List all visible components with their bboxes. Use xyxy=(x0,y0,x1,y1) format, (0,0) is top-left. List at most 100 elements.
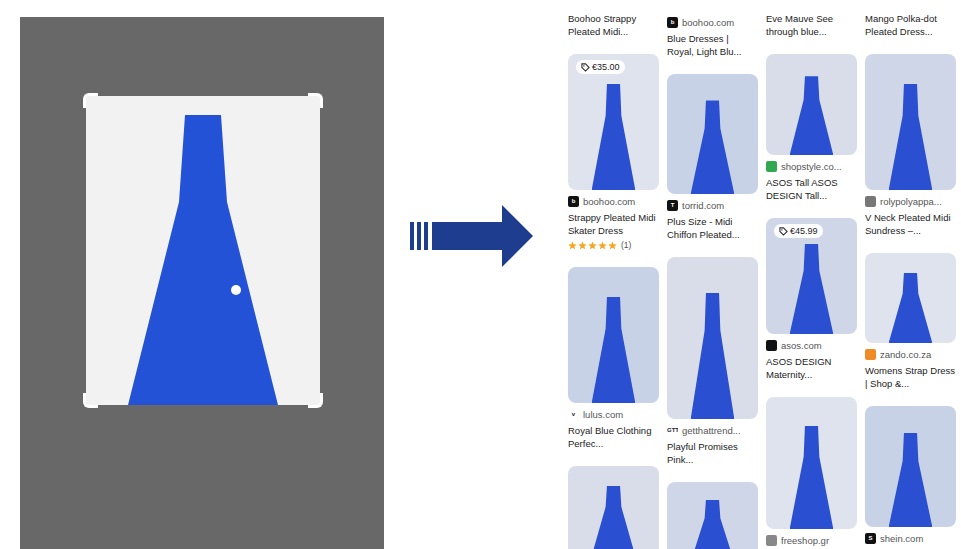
source-label[interactable]: vlulus.com xyxy=(568,408,659,421)
result-card[interactable]: shopstyle.co... ASOS Tall ASOS DESIGN Tal… xyxy=(766,54,857,202)
site-logo-icon xyxy=(766,161,777,172)
product-image[interactable]: €45.99 xyxy=(766,218,857,334)
price-badge: €45.99 xyxy=(774,224,823,238)
product-image[interactable] xyxy=(865,406,956,527)
crop-handle-icon[interactable] xyxy=(83,93,98,108)
price-badge: €35.00 xyxy=(576,60,625,74)
product-image[interactable] xyxy=(865,253,956,343)
product-image[interactable] xyxy=(865,54,956,190)
star-icon xyxy=(578,241,587,250)
site-logo-icon: b xyxy=(568,196,579,207)
site-logo-icon: b xyxy=(667,17,678,28)
result-card[interactable] xyxy=(667,482,758,549)
result-card[interactable]: rolypolyappa... V Neck Pleated Midi Sundr… xyxy=(865,54,956,237)
source-label[interactable]: GTTgetthattrend... xyxy=(667,424,758,437)
crop-handle-icon[interactable] xyxy=(308,393,323,408)
star-icon xyxy=(608,241,617,250)
star-icon xyxy=(598,241,607,250)
product-title[interactable]: V Neck Pleated Midi Sundress –... xyxy=(865,211,956,237)
visual-search-illustration: Boohoo Strappy Pleated Midi... €35.00 bboo… xyxy=(0,0,961,549)
product-title[interactable]: Plus Size - Midi Chiffon Pleated... xyxy=(667,215,758,241)
source-photo xyxy=(20,17,384,549)
results-column: Boohoo Strappy Pleated Midi... €35.00 bboo… xyxy=(568,0,659,549)
results-grid: Boohoo Strappy Pleated Midi... €35.00 bboo… xyxy=(568,0,961,549)
arrow-icon xyxy=(410,205,533,267)
dress-photo xyxy=(889,84,933,190)
crop-handle-icon[interactable] xyxy=(308,93,323,108)
crop-selection[interactable] xyxy=(86,96,320,405)
product-title[interactable]: Boohoo Strappy Pleated Midi... xyxy=(568,12,659,38)
result-card[interactable]: zando.co.za Womens Strap Dress | Shop &..… xyxy=(865,253,956,390)
source-label[interactable]: Ttorrid.com xyxy=(667,199,758,212)
product-title[interactable]: Royal Blue Clothing Perfec... xyxy=(568,424,659,450)
results-column: Eve Mauve See through blue... shopstyle.c… xyxy=(766,0,857,549)
product-title[interactable]: ASOS DESIGN Maternity... xyxy=(766,355,857,381)
site-logo-icon xyxy=(766,340,777,351)
site-logo-icon xyxy=(865,196,876,207)
source-label[interactable]: bboohoo.com xyxy=(667,16,758,29)
rating: (1) xyxy=(568,239,659,251)
product-image[interactable] xyxy=(667,257,758,419)
result-card[interactable]: €35.00 bboohoo.com Strappy Pleated Midi Sk… xyxy=(568,54,659,251)
result-card[interactable]: bboohoo.com Blue Dresses | Royal, Light B… xyxy=(667,16,758,58)
product-title[interactable]: Strappy Pleated Midi Skater Dress xyxy=(568,211,659,237)
dress-photo xyxy=(128,115,278,405)
source-label[interactable]: shopstyle.co... xyxy=(766,160,857,173)
arrow xyxy=(410,205,533,267)
star-icon xyxy=(588,241,597,250)
product-title[interactable]: Playful Promises Pink... xyxy=(667,440,758,466)
dress-photo xyxy=(790,76,834,155)
drag-dot-icon[interactable] xyxy=(231,285,241,295)
result-card[interactable]: vlulus.com Royal Blue Clothing Perfec... xyxy=(568,267,659,450)
product-image[interactable] xyxy=(667,74,758,194)
results-column: Mango Polka-dot Pleated Dress... rolypoly… xyxy=(865,0,956,549)
site-logo-icon: T xyxy=(667,200,678,211)
dress-photo xyxy=(592,486,636,549)
product-title[interactable]: Womens Strap Dress | Shop &... xyxy=(865,364,956,390)
dress-photo xyxy=(889,273,933,343)
source-label[interactable]: bboohoo.com xyxy=(568,195,659,208)
site-logo-icon: GTT xyxy=(667,425,678,436)
product-image[interactable] xyxy=(667,482,758,549)
results-column: bboohoo.com Blue Dresses | Royal, Light B… xyxy=(667,0,758,549)
product-title[interactable]: Blue Dresses | Royal, Light Blu... xyxy=(667,32,758,58)
product-image[interactable] xyxy=(568,267,659,403)
result-card[interactable]: €45.99 asos.com ASOS DESIGN Maternity... xyxy=(766,218,857,381)
dress-photo xyxy=(889,433,933,527)
tag-icon xyxy=(779,227,788,236)
crop-handle-icon[interactable] xyxy=(83,393,98,408)
dress-photo xyxy=(790,426,834,529)
result-card[interactable]: Eve Mauve See through blue... xyxy=(766,12,857,38)
product-image[interactable]: €35.00 xyxy=(568,54,659,190)
source-label[interactable]: zando.co.za xyxy=(865,348,956,361)
result-card[interactable]: Boohoo Strappy Pleated Midi... xyxy=(568,12,659,38)
dress-photo xyxy=(691,293,735,419)
dress-photo xyxy=(691,500,735,549)
source-label[interactable]: rolypolyappa... xyxy=(865,195,956,208)
dress-photo xyxy=(790,244,834,334)
result-card[interactable]: Mango Polka-dot Pleated Dress... xyxy=(865,12,956,38)
tag-icon xyxy=(581,63,590,72)
site-logo-icon xyxy=(766,535,777,546)
result-card[interactable] xyxy=(568,466,659,549)
site-logo-icon: v xyxy=(568,409,579,420)
product-image[interactable] xyxy=(766,54,857,155)
result-card[interactable]: freeshop.gr xyxy=(766,397,857,549)
result-card[interactable]: Ttorrid.com Plus Size - Midi Chiffon Plea… xyxy=(667,74,758,241)
product-title[interactable]: Mango Polka-dot Pleated Dress... xyxy=(865,12,956,38)
source-label[interactable]: Sshein.com xyxy=(865,532,956,545)
product-title[interactable]: Eve Mauve See through blue... xyxy=(766,12,857,38)
source-label[interactable]: asos.com xyxy=(766,339,857,352)
product-title[interactable]: ASOS Tall ASOS DESIGN Tall... xyxy=(766,176,857,202)
dress-photo xyxy=(691,100,735,194)
site-logo-icon xyxy=(865,349,876,360)
result-card[interactable]: Sshein.com xyxy=(865,406,956,548)
source-label[interactable]: freeshop.gr xyxy=(766,534,857,547)
star-icon xyxy=(568,241,577,250)
dress-photo xyxy=(592,297,636,403)
result-card[interactable]: GTTgetthattrend... Playful Promises Pink.… xyxy=(667,257,758,466)
dress-photo xyxy=(592,84,636,190)
product-image[interactable] xyxy=(766,397,857,529)
product-image[interactable] xyxy=(568,466,659,549)
site-logo-icon: S xyxy=(865,533,876,544)
